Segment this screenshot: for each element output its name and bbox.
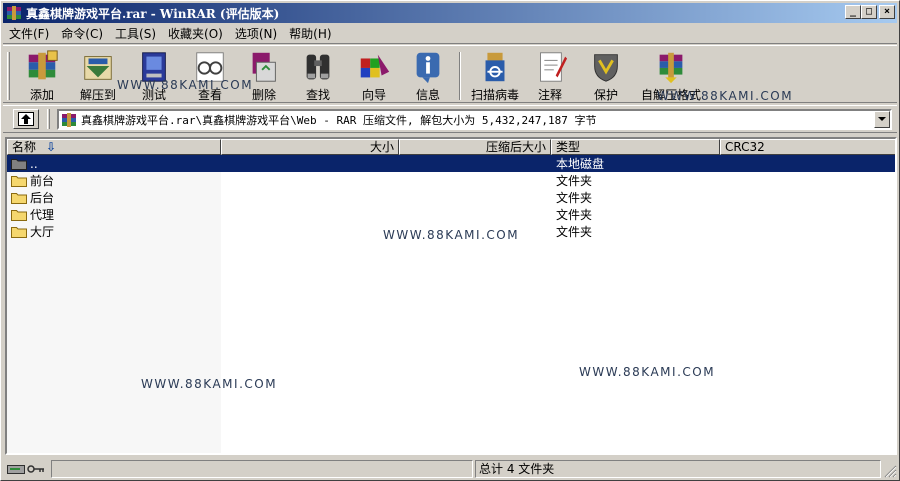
menu-file[interactable]: 文件(F) — [3, 25, 55, 42]
key-icon[interactable] — [27, 463, 45, 475]
address-grip[interactable] — [47, 109, 50, 129]
tool-find-button[interactable]: 查找 — [291, 49, 345, 103]
parent-folder-icon — [11, 159, 27, 170]
add-archive-icon — [28, 50, 58, 80]
tool-add-label: 添加 — [29, 88, 54, 102]
tool-info-button[interactable]: 信息 — [401, 49, 455, 103]
menu-commands[interactable]: 命令(C) — [55, 25, 109, 42]
menu-favorites[interactable]: 收藏夹(O) — [162, 25, 229, 42]
up-arrow-icon — [18, 112, 34, 126]
column-name-label: 名称 — [12, 140, 37, 154]
item-name: 前台 — [30, 174, 55, 188]
address-bar: 真鑫棋牌游戏平台.rar\真鑫棋牌游戏平台\Web - RAR 压缩文件, 解包… — [3, 105, 897, 133]
menu-options[interactable]: 选项(N) — [229, 25, 283, 42]
toolbar-grip[interactable] — [7, 52, 10, 100]
item-name: .. — [30, 156, 38, 171]
tool-protect-label: 保护 — [593, 88, 618, 102]
status-left-pane — [51, 460, 473, 478]
item-type: 本地磁盘 — [556, 157, 605, 171]
column-header-type[interactable]: 类型 — [551, 139, 720, 155]
close-button[interactable]: × — [879, 5, 895, 19]
tool-view-button[interactable]: 查看 — [183, 49, 237, 103]
watermark-text: WWW.88KAMI.COM — [383, 228, 520, 242]
path-combobox[interactable]: 真鑫棋牌游戏平台.rar\真鑫棋牌游戏平台\Web - RAR 压缩文件, 解包… — [57, 109, 892, 130]
column-header-packed[interactable]: 压缩后大小 — [399, 139, 551, 155]
tool-delete-button[interactable]: 删除 — [237, 49, 291, 103]
tool-extract-button[interactable]: 解压到 — [71, 49, 125, 103]
wizard-icon — [360, 54, 390, 78]
tool-comment-label: 注释 — [537, 88, 562, 102]
item-type: 文件夹 — [556, 225, 593, 239]
tool-delete-label: 删除 — [251, 88, 276, 102]
path-dropdown-button[interactable] — [874, 111, 890, 128]
column-header-size[interactable]: 大小 — [221, 139, 399, 155]
folder-icon — [11, 210, 27, 221]
chevron-down-icon — [878, 117, 886, 121]
maximize-icon: □ — [865, 6, 873, 17]
comment-icon — [540, 52, 568, 82]
folder-icon — [11, 227, 27, 238]
resize-grip-icon[interactable] — [883, 464, 897, 478]
winrar-app-icon — [7, 6, 21, 20]
tool-comment-button[interactable]: 注释 — [523, 49, 577, 103]
folder-icon — [11, 193, 27, 204]
virus-scan-icon — [485, 52, 505, 82]
protect-shield-icon — [594, 54, 618, 82]
tool-wizard-label: 向导 — [361, 88, 386, 102]
sfx-icon — [659, 52, 683, 84]
close-icon: × — [883, 6, 891, 17]
tool-virus-scan-label: 扫描病毒 — [470, 88, 519, 102]
info-icon — [416, 52, 440, 84]
watermark-text: WWW.88KAMI.COM — [579, 365, 716, 379]
tool-wizard-button[interactable]: 向导 — [347, 49, 401, 103]
minimize-icon: _ — [849, 6, 857, 17]
list-item-folder[interactable]: 代理 文件夹 — [7, 206, 895, 223]
column-header-crc[interactable]: CRC32 — [720, 139, 895, 155]
menu-bar: 文件(F) 命令(C) 工具(S) 收藏夹(O) 选项(N) 帮助(H) — [3, 24, 897, 42]
column-header-name[interactable]: 名称 ⇩ — [7, 139, 221, 155]
extract-to-icon — [84, 56, 112, 80]
minimize-button[interactable]: _ — [845, 5, 861, 19]
item-type: 文件夹 — [556, 174, 593, 188]
list-item-parent[interactable]: .. 本地磁盘 — [7, 155, 895, 172]
file-list[interactable]: 名称 ⇩ 大小 压缩后大小 类型 CRC32 .. 本地磁盘 前台 文件夹 后台… — [5, 137, 897, 455]
list-item-folder[interactable]: 后台 文件夹 — [7, 189, 895, 206]
watermark-text: WWW.88KAMI.COM — [141, 377, 278, 391]
item-type: 文件夹 — [556, 208, 593, 222]
folder-icon — [11, 176, 27, 187]
path-text: 真鑫棋牌游戏平台.rar\真鑫棋牌游戏平台\Web - RAR 压缩文件, 解包… — [81, 113, 597, 127]
status-bar: 总计 4 文件夹 — [3, 458, 897, 478]
tool-virus-scan-button[interactable]: 扫描病毒 — [467, 49, 523, 103]
toolbar-separator — [459, 52, 461, 100]
tool-test-button[interactable]: 测试 — [127, 49, 181, 103]
sort-down-arrow-icon: ⇩ — [46, 140, 57, 154]
watermark-text: WWW.88KAMI.COM — [657, 89, 794, 103]
item-name: 代理 — [30, 208, 55, 222]
archive-icon — [62, 112, 76, 127]
find-binoculars-icon — [306, 54, 330, 80]
window-title: 真鑫棋牌游戏平台.rar - WinRAR (评估版本) — [26, 6, 280, 21]
maximize-button[interactable]: □ — [861, 5, 877, 19]
menu-help[interactable]: 帮助(H) — [283, 25, 337, 42]
tool-add-button[interactable]: 添加 — [15, 49, 69, 103]
tool-protect-button[interactable]: 保护 — [579, 49, 633, 103]
tool-extract-label: 解压到 — [79, 88, 116, 102]
drive-icon[interactable] — [7, 463, 25, 475]
tool-find-label: 查找 — [305, 88, 330, 102]
winrar-window: 真鑫棋牌游戏平台.rar - WinRAR (评估版本) _ □ × 文件(F)… — [0, 0, 900, 481]
list-header: 名称 ⇩ 大小 压缩后大小 类型 CRC32 — [7, 139, 895, 155]
title-bar[interactable]: 真鑫棋牌游戏平台.rar - WinRAR (评估版本) _ □ × — [3, 3, 897, 23]
up-folder-button[interactable] — [13, 109, 39, 129]
menu-tools[interactable]: 工具(S) — [109, 25, 162, 42]
item-name: 后台 — [30, 191, 55, 205]
watermark-text: WWW.88KAMI.COM — [117, 78, 254, 92]
tool-info-label: 信息 — [415, 88, 440, 102]
item-name: 大厅 — [30, 225, 55, 239]
item-type: 文件夹 — [556, 191, 593, 205]
status-total: 总计 4 文件夹 — [475, 460, 881, 478]
list-item-folder[interactable]: 前台 文件夹 — [7, 172, 895, 189]
